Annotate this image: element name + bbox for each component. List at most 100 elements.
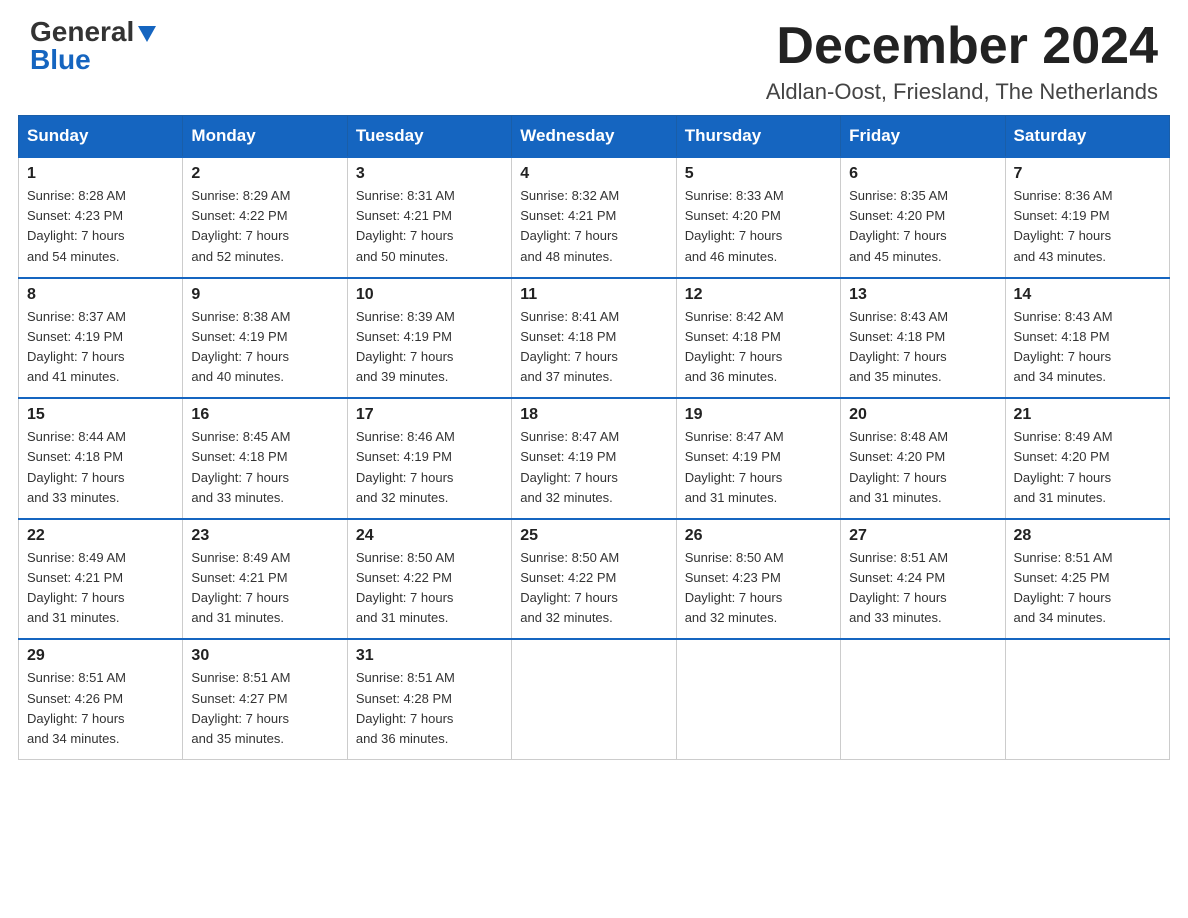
col-sunday: Sunday bbox=[19, 116, 183, 158]
table-row: 15 Sunrise: 8:44 AMSunset: 4:18 PMDayligh… bbox=[19, 398, 183, 519]
day-number: 21 bbox=[1014, 406, 1161, 424]
table-row: 5 Sunrise: 8:33 AMSunset: 4:20 PMDaylight… bbox=[676, 157, 840, 278]
day-number: 8 bbox=[27, 286, 174, 304]
day-number: 3 bbox=[356, 165, 503, 183]
day-info: Sunrise: 8:50 AMSunset: 4:22 PMDaylight:… bbox=[356, 548, 503, 629]
table-row bbox=[512, 639, 676, 759]
table-row: 13 Sunrise: 8:43 AMSunset: 4:18 PMDayligh… bbox=[841, 278, 1005, 399]
day-info: Sunrise: 8:49 AMSunset: 4:21 PMDaylight:… bbox=[27, 548, 174, 629]
day-info: Sunrise: 8:33 AMSunset: 4:20 PMDaylight:… bbox=[685, 186, 832, 267]
day-number: 22 bbox=[27, 527, 174, 545]
table-row: 28 Sunrise: 8:51 AMSunset: 4:25 PMDayligh… bbox=[1005, 519, 1169, 640]
table-row: 17 Sunrise: 8:46 AMSunset: 4:19 PMDayligh… bbox=[347, 398, 511, 519]
table-row: 11 Sunrise: 8:41 AMSunset: 4:18 PMDayligh… bbox=[512, 278, 676, 399]
table-row: 27 Sunrise: 8:51 AMSunset: 4:24 PMDayligh… bbox=[841, 519, 1005, 640]
day-number: 26 bbox=[685, 527, 832, 545]
day-number: 9 bbox=[191, 286, 338, 304]
day-number: 2 bbox=[191, 165, 338, 183]
day-info: Sunrise: 8:51 AMSunset: 4:24 PMDaylight:… bbox=[849, 548, 996, 629]
day-info: Sunrise: 8:28 AMSunset: 4:23 PMDaylight:… bbox=[27, 186, 174, 267]
day-info: Sunrise: 8:43 AMSunset: 4:18 PMDaylight:… bbox=[1014, 307, 1161, 388]
day-info: Sunrise: 8:47 AMSunset: 4:19 PMDaylight:… bbox=[685, 427, 832, 508]
col-tuesday: Tuesday bbox=[347, 116, 511, 158]
day-number: 23 bbox=[191, 527, 338, 545]
day-number: 28 bbox=[1014, 527, 1161, 545]
day-info: Sunrise: 8:46 AMSunset: 4:19 PMDaylight:… bbox=[356, 427, 503, 508]
table-row: 14 Sunrise: 8:43 AMSunset: 4:18 PMDayligh… bbox=[1005, 278, 1169, 399]
day-info: Sunrise: 8:44 AMSunset: 4:18 PMDaylight:… bbox=[27, 427, 174, 508]
table-row: 25 Sunrise: 8:50 AMSunset: 4:22 PMDayligh… bbox=[512, 519, 676, 640]
day-number: 24 bbox=[356, 527, 503, 545]
day-number: 12 bbox=[685, 286, 832, 304]
day-number: 27 bbox=[849, 527, 996, 545]
day-info: Sunrise: 8:50 AMSunset: 4:22 PMDaylight:… bbox=[520, 548, 667, 629]
table-row: 22 Sunrise: 8:49 AMSunset: 4:21 PMDayligh… bbox=[19, 519, 183, 640]
calendar-title: December 2024 bbox=[766, 18, 1158, 75]
day-info: Sunrise: 8:41 AMSunset: 4:18 PMDaylight:… bbox=[520, 307, 667, 388]
logo: General Blue bbox=[30, 18, 158, 74]
day-number: 14 bbox=[1014, 286, 1161, 304]
table-row: 31Sunrise: 8:51 AMSunset: 4:28 PMDayligh… bbox=[347, 639, 511, 759]
day-info: Sunrise: 8:43 AMSunset: 4:18 PMDaylight:… bbox=[849, 307, 996, 388]
table-row: 7 Sunrise: 8:36 AMSunset: 4:19 PMDaylight… bbox=[1005, 157, 1169, 278]
day-number: 10 bbox=[356, 286, 503, 304]
day-number: 17 bbox=[356, 406, 503, 424]
col-wednesday: Wednesday bbox=[512, 116, 676, 158]
day-number: 25 bbox=[520, 527, 667, 545]
day-info: Sunrise: 8:39 AMSunset: 4:19 PMDaylight:… bbox=[356, 307, 503, 388]
day-info: Sunrise: 8:35 AMSunset: 4:20 PMDaylight:… bbox=[849, 186, 996, 267]
day-info: Sunrise: 8:36 AMSunset: 4:19 PMDaylight:… bbox=[1014, 186, 1161, 267]
calendar-location: Aldlan-Oost, Friesland, The Netherlands bbox=[766, 79, 1158, 105]
day-info: Sunrise: 8:45 AMSunset: 4:18 PMDaylight:… bbox=[191, 427, 338, 508]
day-info: Sunrise: 8:37 AMSunset: 4:19 PMDaylight:… bbox=[27, 307, 174, 388]
day-info: Sunrise: 8:29 AMSunset: 4:22 PMDaylight:… bbox=[191, 186, 338, 267]
table-row: 23Sunrise: 8:49 AMSunset: 4:21 PMDayligh… bbox=[183, 519, 347, 640]
day-number: 16 bbox=[191, 406, 338, 424]
day-number: 19 bbox=[685, 406, 832, 424]
table-row: 4Sunrise: 8:32 AMSunset: 4:21 PMDaylight… bbox=[512, 157, 676, 278]
col-monday: Monday bbox=[183, 116, 347, 158]
day-number: 13 bbox=[849, 286, 996, 304]
calendar-table: Sunday Monday Tuesday Wednesday Thursday… bbox=[18, 115, 1170, 760]
calendar-week-row: 29 Sunrise: 8:51 AMSunset: 4:26 PMDayligh… bbox=[19, 639, 1170, 759]
day-number: 29 bbox=[27, 647, 174, 665]
table-row bbox=[1005, 639, 1169, 759]
day-number: 5 bbox=[685, 165, 832, 183]
table-row: 6 Sunrise: 8:35 AMSunset: 4:20 PMDaylight… bbox=[841, 157, 1005, 278]
day-info: Sunrise: 8:47 AMSunset: 4:19 PMDaylight:… bbox=[520, 427, 667, 508]
day-number: 11 bbox=[520, 286, 667, 304]
calendar-wrapper: Sunday Monday Tuesday Wednesday Thursday… bbox=[0, 115, 1188, 778]
calendar-header-row: Sunday Monday Tuesday Wednesday Thursday… bbox=[19, 116, 1170, 158]
logo-blue-text: Blue bbox=[30, 44, 91, 75]
col-saturday: Saturday bbox=[1005, 116, 1169, 158]
table-row: 3Sunrise: 8:31 AMSunset: 4:21 PMDaylight… bbox=[347, 157, 511, 278]
table-row: 1 Sunrise: 8:28 AMSunset: 4:23 PMDaylight… bbox=[19, 157, 183, 278]
col-friday: Friday bbox=[841, 116, 1005, 158]
table-row: 21 Sunrise: 8:49 AMSunset: 4:20 PMDayligh… bbox=[1005, 398, 1169, 519]
table-row: 2 Sunrise: 8:29 AMSunset: 4:22 PMDaylight… bbox=[183, 157, 347, 278]
day-info: Sunrise: 8:51 AMSunset: 4:25 PMDaylight:… bbox=[1014, 548, 1161, 629]
logo-triangle-icon bbox=[136, 22, 158, 44]
day-info: Sunrise: 8:51 AMSunset: 4:26 PMDaylight:… bbox=[27, 668, 174, 749]
calendar-week-row: 8 Sunrise: 8:37 AMSunset: 4:19 PMDaylight… bbox=[19, 278, 1170, 399]
day-number: 7 bbox=[1014, 165, 1161, 183]
title-block: December 2024 Aldlan-Oost, Friesland, Th… bbox=[766, 18, 1158, 105]
day-number: 15 bbox=[27, 406, 174, 424]
logo-general-text: General bbox=[30, 18, 134, 46]
day-number: 6 bbox=[849, 165, 996, 183]
day-info: Sunrise: 8:51 AMSunset: 4:27 PMDaylight:… bbox=[191, 668, 338, 749]
day-info: Sunrise: 8:49 AMSunset: 4:20 PMDaylight:… bbox=[1014, 427, 1161, 508]
day-info: Sunrise: 8:38 AMSunset: 4:19 PMDaylight:… bbox=[191, 307, 338, 388]
col-thursday: Thursday bbox=[676, 116, 840, 158]
table-row: 24 Sunrise: 8:50 AMSunset: 4:22 PMDayligh… bbox=[347, 519, 511, 640]
table-row: 26Sunrise: 8:50 AMSunset: 4:23 PMDayligh… bbox=[676, 519, 840, 640]
calendar-week-row: 15 Sunrise: 8:44 AMSunset: 4:18 PMDayligh… bbox=[19, 398, 1170, 519]
calendar-week-row: 1 Sunrise: 8:28 AMSunset: 4:23 PMDaylight… bbox=[19, 157, 1170, 278]
day-number: 1 bbox=[27, 165, 174, 183]
day-number: 31 bbox=[356, 647, 503, 665]
table-row: 29 Sunrise: 8:51 AMSunset: 4:26 PMDayligh… bbox=[19, 639, 183, 759]
table-row: 30Sunrise: 8:51 AMSunset: 4:27 PMDayligh… bbox=[183, 639, 347, 759]
day-info: Sunrise: 8:32 AMSunset: 4:21 PMDaylight:… bbox=[520, 186, 667, 267]
table-row bbox=[841, 639, 1005, 759]
day-info: Sunrise: 8:48 AMSunset: 4:20 PMDaylight:… bbox=[849, 427, 996, 508]
